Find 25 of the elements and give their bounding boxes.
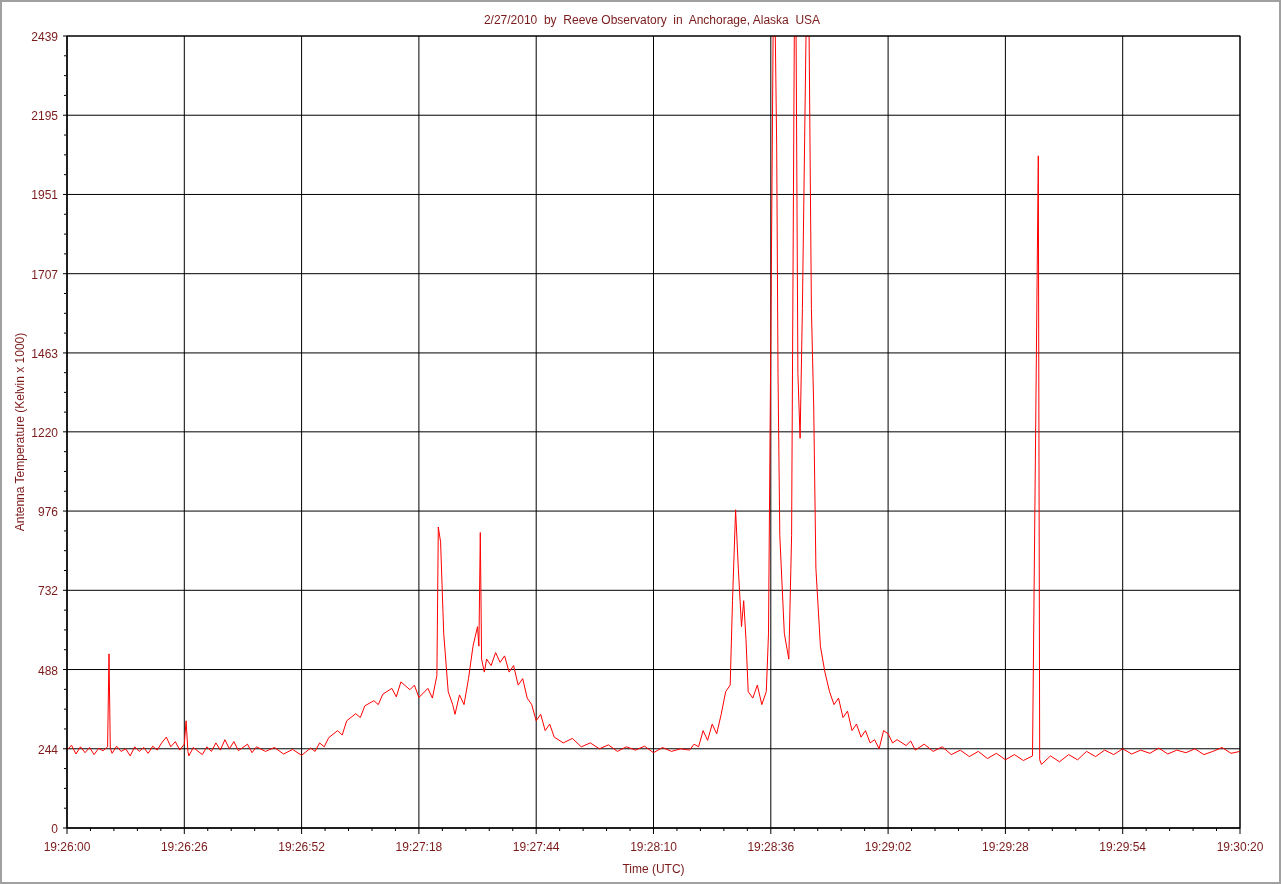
- y-tick-label: 1463: [31, 346, 58, 361]
- x-tick-label: 19:29:02: [864, 840, 912, 854]
- y-tick-label: 0: [51, 822, 58, 836]
- y-tick-label: 2439: [31, 30, 58, 44]
- y-tick-label: 1951: [31, 188, 58, 203]
- x-tick-label: 19:28:10: [630, 840, 677, 854]
- x-tick-label: 19:28:36: [747, 840, 795, 854]
- x-tick-label: 19:27:18: [395, 840, 443, 854]
- y-tick-label: 488: [37, 663, 58, 678]
- y-tick-label: 732: [37, 584, 58, 599]
- y-axis-title: Antenna Temperature (Kelvin x 1000): [13, 332, 27, 532]
- y-tick-label: 1707: [31, 267, 58, 282]
- x-tick-label: 19:29:28: [982, 840, 1029, 854]
- y-tick-label: 976: [37, 505, 58, 520]
- y-tick-label: 1220: [31, 425, 58, 440]
- y-tick-label: 2195: [31, 109, 58, 124]
- x-tick-label: 19:27:44: [512, 840, 560, 854]
- x-tick-label: 19:30:20: [1216, 840, 1264, 854]
- chart-title: 2/27/2010 by Reeve Observatory in Anchorage, Alaska USA: [483, 13, 821, 27]
- y-tick-label: 244: [37, 742, 58, 757]
- x-tick-label: 19:26:00: [43, 840, 91, 854]
- x-tick-label: 19:26:52: [278, 840, 325, 854]
- x-axis-title: Time (UTC): [622, 862, 685, 876]
- x-tick-label: 19:26:26: [160, 840, 208, 854]
- x-tick-label: 19:29:54: [1099, 840, 1147, 854]
